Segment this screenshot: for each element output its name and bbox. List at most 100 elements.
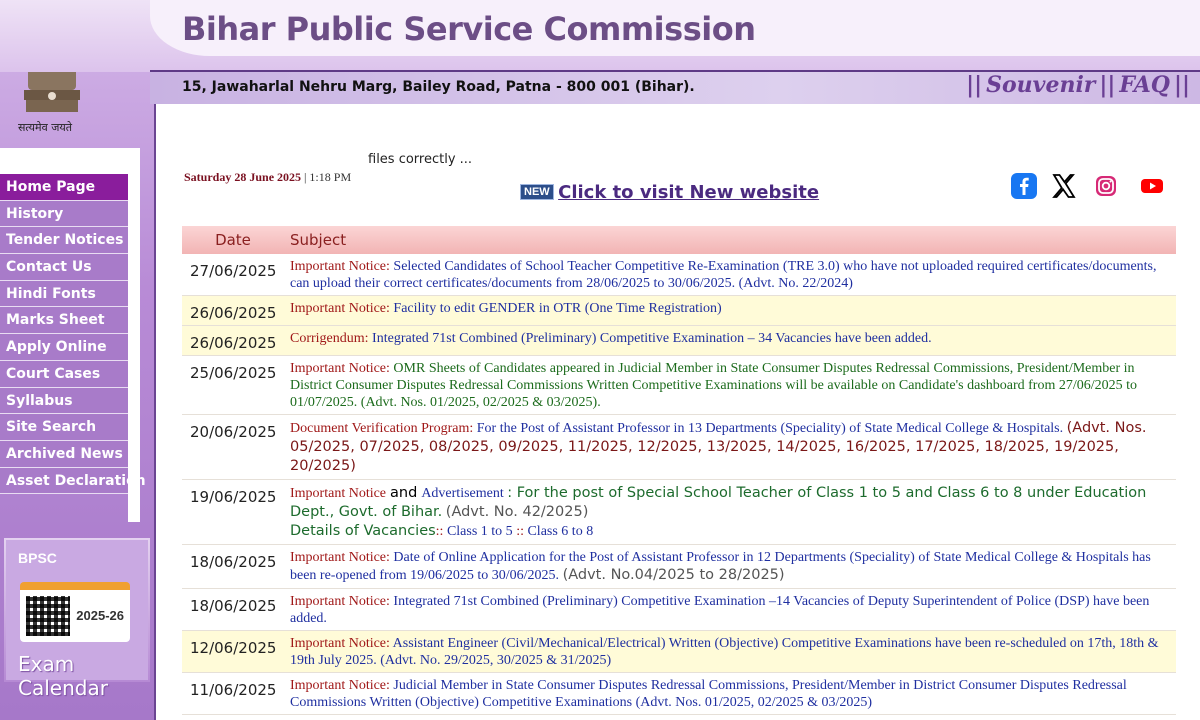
notice-text-link[interactable]: Facility to edit GENDER in OTR (One Time… [393,301,721,316]
main-menu: Home Page History Tender Notices Contact Us… [0,174,146,495]
site-header: Bihar Public Service Commission 15, Jawa… [0,0,1200,108]
notice-text-link[interactable]: Judicial Member in State Consumer Disput… [290,678,1127,710]
exam-calendar-banner[interactable]: BPSC 2025-26 Exam Calendar [4,538,150,700]
menu-item-hindi-fonts[interactable]: Hindi Fonts [0,280,128,308]
table-row: 18/06/2025 Important Notice: Integrated 7… [182,588,1176,631]
instagram-icon[interactable] [1092,172,1120,200]
notice-advt-numbers: (Advt. No.04/2025 to 28/2025) [562,567,785,583]
menu-item-tender-notices[interactable]: Tender Notices [0,227,128,255]
notice-text-link[interactable]: Assistant Engineer (Civil/Mechanical/Ele… [290,636,1159,668]
notice-subject: Important Notice: Date of Online Applica… [284,544,1176,589]
site-title: Bihar Public Service Commission [182,10,756,48]
left-column: सत्यमेव जयते Home Page History Tender Noti… [0,0,156,720]
top-links: || Souvenir || FAQ || [966,72,1190,98]
current-date: Saturday 28 June 2025 [184,170,302,184]
notice-date: 11/06/2025 [182,672,284,715]
menu-item-asset-declaration[interactable]: Asset Declaration [0,467,146,495]
notice-and: and [390,485,418,501]
address-text: 15, Jawaharlal Nehru Marg, Bailey Road, … [182,79,695,95]
calendar-brand: BPSC [18,550,57,566]
notice-kind: Important Notice: [290,259,390,274]
date-column-header: Date [182,226,284,254]
menu-item-court-cases[interactable]: Court Cases [0,360,128,388]
new-badge: NEW [520,184,554,200]
table-header-row: Date Subject [182,226,1176,254]
notice-subject: Important Notice: Assistant Engineer (Ci… [284,630,1176,673]
notice-text-link[interactable]: Selected Candidates of School Teacher Co… [290,259,1157,291]
notice-date: 19/06/2025 [182,479,284,545]
new-website-link-text[interactable]: Click to visit New website [558,182,819,203]
facebook-icon[interactable] [1010,172,1038,200]
notice-date: 26/06/2025 [182,325,284,356]
menu-item-marks-sheet[interactable]: Marks Sheet [0,307,128,335]
notice-subject: Important Notice: Integrated 71st Combin… [284,588,1176,631]
notice-kind: Corrigendum: [290,331,369,346]
class-1-to-5-link[interactable]: Class 1 to 5 [447,524,513,539]
advertisement-link[interactable]: Advertisement [421,486,503,501]
address-bar: 15, Jawaharlal Nehru Marg, Bailey Road, … [150,70,1200,104]
calendar-icon: 2025-26 [20,582,130,642]
table-row: 26/06/2025 Important Notice: Facility to … [182,295,1176,326]
new-website-link[interactable]: NEW Click to visit New website [520,182,819,203]
notice-subject: Important Notice: OMR Sheets of Candidat… [284,355,1176,415]
notice-kind: Important Notice: [290,361,390,376]
notice-text-link[interactable]: OMR Sheets of Candidates appeared in Jud… [290,361,1137,410]
vacancy-details-label: Details of Vacancies [290,523,436,539]
notice-text-link[interactable]: : For the post of Special School Teacher… [290,485,1146,520]
emblem-motto: सत्यमेव जयते [18,121,73,134]
separator: :: [516,524,524,539]
youtube-icon[interactable] [1138,172,1166,200]
notice-subject: Important Notice: Facility to edit GENDE… [284,295,1176,326]
exam-calendar-label: Exam Calendar [18,652,108,700]
notice-subject: Important Notice and Advertisement : For t… [284,479,1176,545]
table-row: 11/06/2025 Important Notice: Judicial Mem… [182,672,1176,715]
notice-subject: Corrigendum: Integrated 71st Combined (P… [284,325,1176,356]
notice-date: 20/06/2025 [182,414,284,480]
table-row: 18/06/2025 Important Notice: Date of Onli… [182,544,1176,589]
table-row: 26/06/2025 Corrigendum: Integrated 71st C… [182,325,1176,356]
notice-kind: Important Notice [290,486,387,501]
subject-column-header: Subject [284,226,1176,254]
notice-subject: Important Notice: Judicial Member in Sta… [284,672,1176,715]
class-6-to-8-link[interactable]: Class 6 to 8 [527,524,593,539]
notice-date: 27/06/2025 [182,254,284,296]
menu-item-apply-online[interactable]: Apply Online [0,334,128,361]
notice-table: Date Subject 27/06/2025 Important Notice:… [182,226,1176,715]
notice-kind: Important Notice: [290,678,390,693]
notice-date: 25/06/2025 [182,355,284,415]
loading-text: files correctly ... [368,152,473,167]
x-icon[interactable] [1050,172,1078,200]
notice-subject: Important Notice: Selected Candidates of… [284,254,1176,296]
table-row: 20/06/2025 Document Verification Program:… [182,414,1176,480]
calendar-year: 2025-26 [76,608,124,623]
menu-item-history[interactable]: History [0,200,128,228]
notice-advt-numbers: (Advt. No. 42/2025) [445,504,589,520]
notice-kind: Important Notice: [290,594,390,609]
current-time: | 1:18 PM [304,170,352,184]
notice-date: 18/06/2025 [182,588,284,631]
table-row: 27/06/2025 Important Notice: Selected Can… [182,254,1176,296]
separator: :: [435,524,444,539]
notice-kind: Document Verification Program: [290,421,474,436]
notice-kind: Important Notice: [290,636,390,651]
menu-item-syllabus[interactable]: Syllabus [0,387,128,415]
table-row: 19/06/2025 Important Notice and Advertiseme… [182,479,1176,545]
table-row: 12/06/2025 Important Notice: Assistant En… [182,630,1176,673]
menu-item-archived-news[interactable]: Archived News [0,440,128,468]
notice-date: 26/06/2025 [182,295,284,326]
menu-item-contact-us[interactable]: Contact Us [0,254,128,281]
notice-subject: Document Verification Program: For the P… [284,414,1176,480]
notice-text-link[interactable]: Integrated 71st Combined (Preliminary) C… [290,594,1149,626]
date-time: Saturday 28 June 2025 | 1:18 PM [184,170,351,185]
notice-text-link[interactable]: For the Post of Assistant Professor in 1… [477,421,1063,436]
notice-date: 12/06/2025 [182,630,284,673]
notice-text-link[interactable]: Integrated 71st Combined (Preliminary) C… [372,331,932,346]
souvenir-link[interactable]: Souvenir [986,72,1095,98]
menu-item-home-page[interactable]: Home Page [0,174,128,201]
faq-link[interactable]: FAQ [1119,72,1170,98]
notice-date: 18/06/2025 [182,544,284,589]
menu-item-site-search[interactable]: Site Search [0,414,128,441]
table-row: 25/06/2025 Important Notice: OMR Sheets o… [182,355,1176,415]
notice-kind: Important Notice: [290,550,390,565]
notice-kind: Important Notice: [290,301,390,316]
